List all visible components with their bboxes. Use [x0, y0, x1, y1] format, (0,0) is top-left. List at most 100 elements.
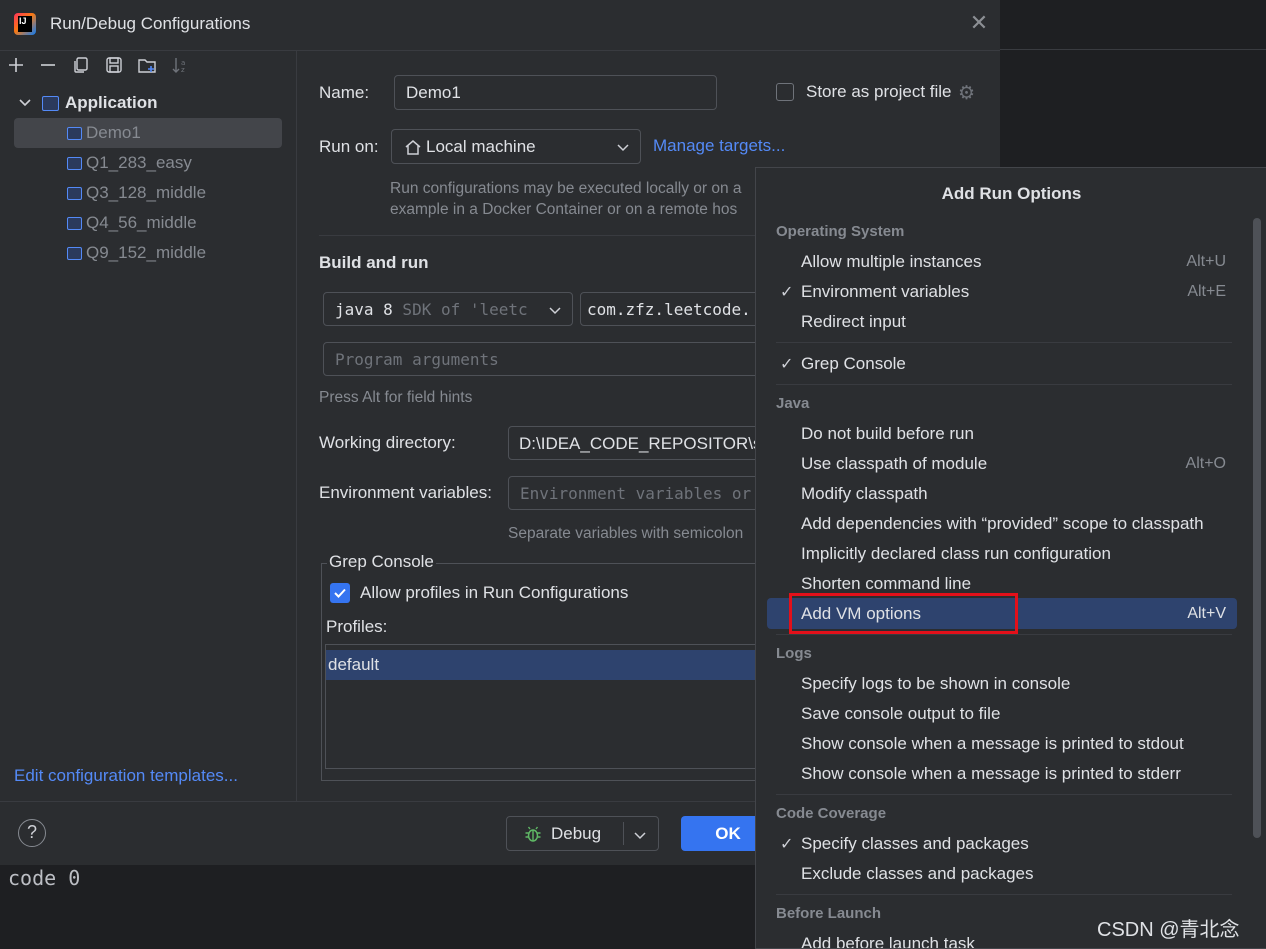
option-redirect-input[interactable]: Redirect input	[801, 312, 906, 332]
option-specify-logs[interactable]: Specify logs to be shown in console	[801, 674, 1070, 694]
add-icon[interactable]	[6, 55, 26, 75]
store-as-project-checkbox[interactable]	[776, 83, 794, 101]
store-as-project-label[interactable]: Store as project file	[806, 82, 952, 102]
divider	[296, 51, 297, 801]
option-save-console-output[interactable]: Save console output to file	[801, 704, 1000, 724]
option-show-console-stdout[interactable]: Show console when a message is printed t…	[801, 734, 1184, 754]
shortcut: Alt+U	[1186, 253, 1226, 270]
new-folder-icon[interactable]	[137, 55, 157, 75]
option-shorten-command-line[interactable]: Shorten command line	[801, 574, 971, 594]
grep-console-title: Grep Console	[327, 552, 436, 572]
option-grep-console[interactable]: Grep Console	[801, 354, 906, 374]
config-icon	[67, 157, 82, 170]
divider	[623, 822, 624, 845]
edit-templates-link[interactable]: Edit configuration templates...	[14, 766, 238, 786]
dialog-title: Run/Debug Configurations	[50, 14, 251, 33]
option-specify-classes[interactable]: Specify classes and packages	[801, 834, 1029, 854]
option-do-not-build[interactable]: Do not build before run	[801, 424, 974, 444]
working-dir-input[interactable]: D:\IDEA_CODE_REPOSITOR\spr	[508, 426, 768, 460]
group-before-launch: Before Launch	[776, 905, 882, 922]
profile-item-label[interactable]: default	[328, 655, 379, 675]
run-on-label: Run on:	[319, 137, 379, 156]
profiles-label: Profiles:	[326, 617, 388, 636]
remove-icon[interactable]	[38, 55, 58, 75]
save-icon[interactable]	[104, 55, 124, 75]
annotation-highlight-box	[789, 593, 1018, 634]
tree-item-label[interactable]: Q4_56_middle	[86, 208, 197, 238]
divider	[776, 794, 1232, 795]
option-allow-multiple-instances[interactable]: Allow multiple instances	[801, 252, 981, 272]
option-environment-variables[interactable]: Environment variables	[801, 282, 969, 302]
option-add-before-launch-task[interactable]: Add before launch task	[801, 934, 975, 948]
run-on-value: Local machine	[426, 137, 536, 156]
option-show-console-stderr[interactable]: Show console when a message is printed t…	[801, 764, 1181, 784]
divider	[1000, 49, 1266, 50]
group-logs: Logs	[776, 645, 812, 662]
config-icon	[67, 187, 82, 200]
option-use-classpath-of-module[interactable]: Use classpath of module	[801, 454, 987, 474]
chevron-down-icon	[616, 139, 630, 159]
manage-targets-link[interactable]: Manage targets...	[653, 136, 785, 156]
name-label: Name:	[319, 83, 370, 102]
intellij-logo-icon: IJ	[14, 13, 36, 35]
tree-item-label[interactable]: Q9_152_middle	[86, 238, 206, 268]
chevron-down-icon[interactable]	[16, 93, 36, 113]
title-bar: IJ Run/Debug Configurations ✕	[0, 0, 1000, 50]
build-and-run-title: Build and run	[319, 253, 429, 272]
config-icon	[67, 217, 82, 230]
tree-item-label[interactable]: Q3_128_middle	[86, 178, 206, 208]
sort-icon[interactable]: az	[170, 55, 190, 75]
env-vars-label: Environment variables:	[319, 483, 492, 502]
debug-button[interactable]: Debug	[506, 816, 659, 851]
group-code-coverage: Code Coverage	[776, 805, 887, 822]
divider	[776, 384, 1232, 385]
tree-root-label[interactable]: Application	[65, 93, 158, 113]
working-dir-label: Working directory:	[319, 433, 456, 452]
shortcut: Alt+E	[1187, 283, 1226, 300]
console-output: code 0	[8, 866, 81, 890]
allow-profiles-label[interactable]: Allow profiles in Run Configurations	[360, 583, 628, 603]
shortcut: Alt+O	[1185, 455, 1226, 472]
application-icon	[42, 96, 59, 111]
env-vars-hint: Separate variables with semicolon	[508, 525, 744, 542]
divider	[776, 342, 1232, 343]
divider	[776, 634, 1232, 635]
scrollbar[interactable]	[1253, 218, 1261, 838]
option-add-provided-dependencies[interactable]: Add dependencies with “provided” scope t…	[801, 514, 1204, 534]
home-icon	[404, 138, 422, 161]
jdk-version: java 8	[335, 300, 393, 319]
alt-hint: Press Alt for field hints	[319, 389, 473, 406]
env-vars-input[interactable]: Environment variables or	[508, 476, 768, 510]
group-java: Java	[776, 395, 810, 412]
watermark: CSDN @青北念	[1097, 919, 1240, 941]
debug-label: Debug	[551, 824, 602, 843]
jdk-select[interactable]: java 8 SDK of 'leetc	[323, 292, 573, 326]
name-value: Demo1	[406, 83, 461, 102]
run-on-select[interactable]: Local machine	[391, 129, 641, 164]
option-exclude-classes[interactable]: Exclude classes and packages	[801, 864, 1033, 884]
tree-item-demo1[interactable]	[14, 118, 282, 148]
bug-icon	[523, 824, 543, 849]
help-button[interactable]: ?	[18, 819, 46, 847]
close-icon[interactable]: ✕	[968, 12, 990, 34]
profile-item-default[interactable]	[326, 650, 756, 680]
config-icon	[67, 247, 82, 260]
main-class-input[interactable]: com.zfz.leetcode.	[580, 292, 770, 326]
svg-text:z: z	[181, 66, 185, 74]
chevron-down-icon	[548, 302, 562, 322]
shortcut: Alt+V	[1187, 605, 1226, 622]
name-input[interactable]: Demo1	[394, 75, 717, 110]
tree-item-label[interactable]: Demo1	[86, 118, 141, 148]
option-implicitly-declared-class[interactable]: Implicitly declared class run configurat…	[801, 544, 1111, 564]
jdk-source: SDK of 'leetc	[392, 300, 528, 319]
copy-icon[interactable]	[71, 55, 91, 75]
chevron-down-icon[interactable]	[633, 827, 647, 847]
group-operating-system: Operating System	[776, 223, 905, 240]
allow-profiles-checkbox[interactable]	[330, 583, 350, 603]
gear-icon[interactable]: ⚙	[958, 82, 975, 105]
check-icon: ✓	[780, 836, 794, 853]
tree-item-label[interactable]: Q1_283_easy	[86, 148, 192, 178]
popup-title: Add Run Options	[941, 184, 1082, 203]
program-arguments-input[interactable]: Program arguments	[323, 342, 763, 376]
option-modify-classpath[interactable]: Modify classpath	[801, 484, 928, 504]
